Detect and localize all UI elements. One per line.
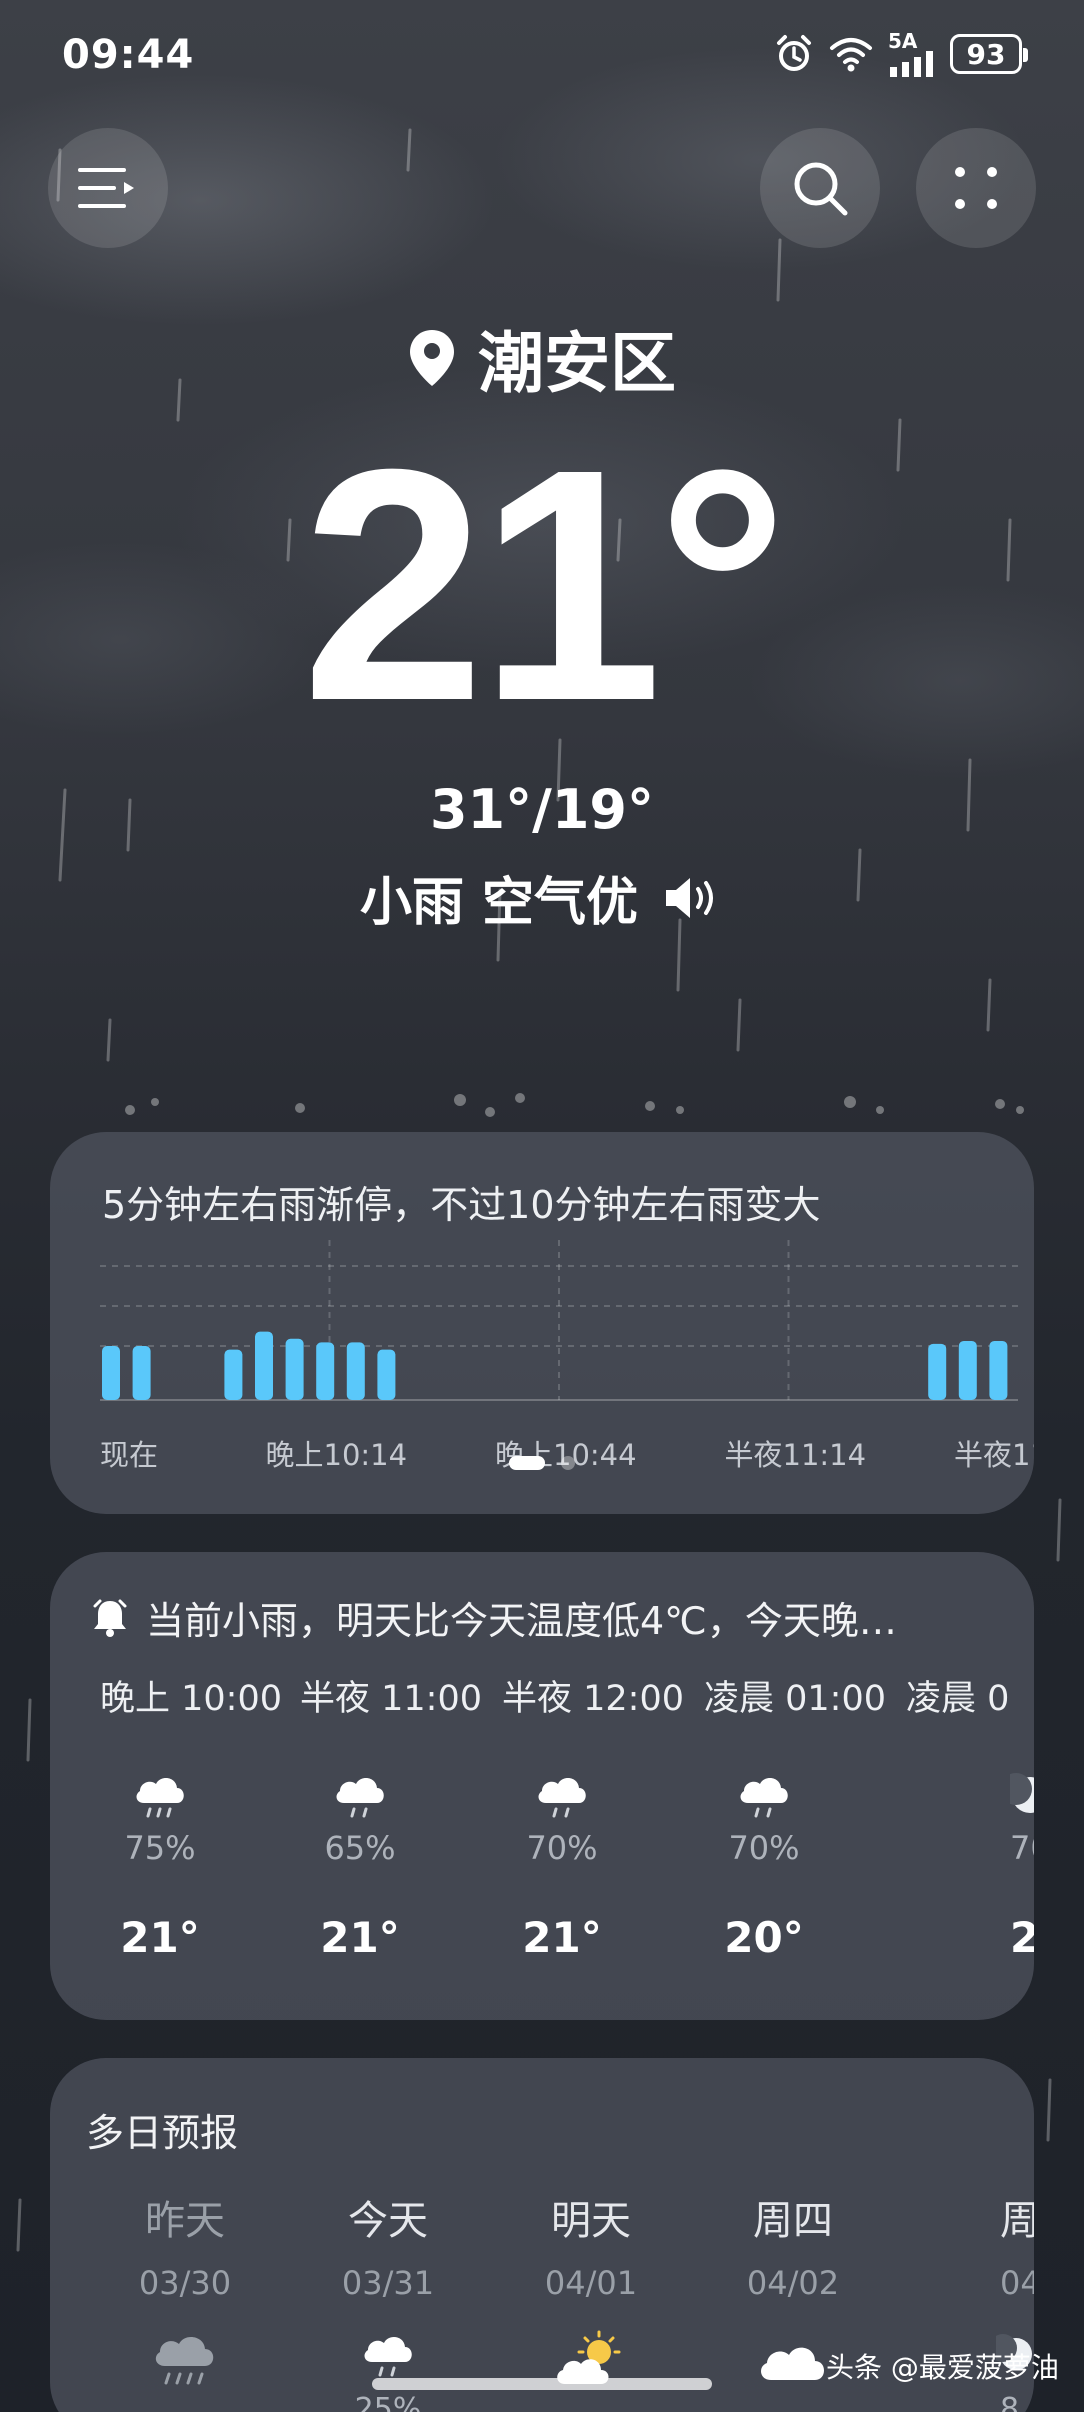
day-precip: 25% bbox=[354, 2392, 422, 2412]
menu-icon bbox=[78, 168, 134, 208]
day-date: 04/01 bbox=[544, 2264, 638, 2302]
hour-precip: 70% bbox=[728, 1829, 800, 1867]
more-button[interactable] bbox=[916, 128, 1036, 248]
heavy-rain-cloud-icon bbox=[155, 2336, 214, 2385]
status-time: 09:44 bbox=[62, 32, 195, 78]
alarm-icon bbox=[777, 35, 811, 71]
hour-time: 半夜 11:00 bbox=[300, 1679, 482, 1719]
rain-cloud-icon bbox=[364, 2337, 412, 2377]
hour-temp: 20° bbox=[724, 1913, 804, 1962]
rain-chart bbox=[100, 1240, 1018, 1401]
rain-bar bbox=[224, 1349, 243, 1400]
menu-button[interactable] bbox=[48, 128, 168, 248]
day-name: 周四 bbox=[753, 2198, 833, 2244]
cloud-icon bbox=[761, 2347, 824, 2380]
daily-title: 多日预报 bbox=[86, 2111, 239, 2155]
rain-bar bbox=[255, 1331, 273, 1400]
rain-cloud-icon bbox=[538, 1778, 586, 1818]
hour-time: 凌晨 0 bbox=[906, 1679, 1010, 1719]
rain-bar bbox=[989, 1340, 1008, 1400]
hour-time: 凌晨 01:00 bbox=[704, 1679, 886, 1719]
page-dot bbox=[561, 1456, 575, 1470]
minute-rain-card[interactable]: 5分钟左右雨渐停，不过10分钟左右雨变大 现在 晚上10:14 晚上10:44 半夜1… bbox=[50, 1132, 1034, 1514]
rain-forecast-message: 5分钟左右雨渐停，不过10分钟左右雨变大 bbox=[102, 1183, 821, 1227]
day-name: 昨天 bbox=[145, 2198, 225, 2244]
page-indicator bbox=[50, 1456, 1034, 1470]
signal-icon bbox=[890, 51, 933, 77]
location-header[interactable]: 潮安区 bbox=[0, 310, 1084, 406]
rain-bar bbox=[132, 1346, 151, 1400]
current-temperature: 21° bbox=[301, 400, 788, 769]
network-type: 5A bbox=[888, 29, 918, 53]
hourly-list[interactable]: 晚上 10:00 75% 21° 半夜 11:00 65% 21° 半夜 12:… bbox=[50, 1670, 1034, 2000]
rain-bar bbox=[928, 1343, 947, 1400]
search-button[interactable] bbox=[760, 128, 880, 248]
signal-group: 5A bbox=[888, 31, 936, 77]
moon-icon bbox=[1010, 1773, 1034, 1813]
hour-precip: 70 bbox=[1010, 1829, 1034, 1867]
high-low-temperature: 31°/19° bbox=[429, 778, 654, 841]
day-item[interactable]: 明天 04/01 bbox=[491, 2188, 691, 2392]
hour-temp: 20 bbox=[1010, 1913, 1034, 1962]
battery-level: 93 bbox=[966, 37, 1006, 71]
location-name: 潮安区 bbox=[478, 325, 676, 402]
wifi-icon bbox=[830, 38, 872, 72]
hour-time: 晚上 10:00 bbox=[100, 1679, 282, 1719]
alert-text: 当前小雨，明天比今天温度低4℃，今天晚… bbox=[146, 1599, 897, 1643]
day-date: 04/02 bbox=[746, 2264, 840, 2302]
speaker-icon[interactable] bbox=[664, 875, 724, 921]
home-indicator[interactable] bbox=[372, 2378, 712, 2390]
day-item[interactable]: 昨天 03/30 bbox=[85, 2188, 285, 2392]
day-date: 03/30 bbox=[138, 2264, 232, 2302]
rain-bar bbox=[285, 1338, 304, 1400]
day-date: 04 bbox=[1000, 2264, 1034, 2302]
status-icons: 5A 93 bbox=[774, 30, 1028, 78]
rain-bar bbox=[958, 1340, 977, 1400]
rain-bar bbox=[316, 1342, 335, 1400]
condition-row: 小雨 空气优 bbox=[0, 860, 1084, 935]
rain-bar bbox=[346, 1342, 365, 1400]
rain-cloud-icon bbox=[336, 1778, 384, 1818]
rain-bar bbox=[102, 1346, 120, 1400]
rain-cloud-icon bbox=[740, 1778, 788, 1818]
location-pin-icon bbox=[410, 330, 454, 386]
rain-cloud-icon bbox=[136, 1778, 184, 1818]
hourly-forecast-card[interactable]: 当前小雨，明天比今天温度低4℃，今天晚… 晚上 10:00 75% 21° 半夜… bbox=[50, 1552, 1034, 2020]
alert-row[interactable]: 当前小雨，明天比今天温度低4℃，今天晚… bbox=[92, 1590, 1012, 1645]
battery-icon: 93 bbox=[950, 34, 1028, 74]
hour-item[interactable]: 凌晨 01:00 70% 20° bbox=[704, 1670, 904, 1962]
watermark: 头条 @最爱菠萝油 bbox=[826, 2351, 1059, 2384]
day-name: 周 bbox=[1000, 2198, 1034, 2244]
hour-item[interactable]: 凌晨 0 70 20 bbox=[906, 1670, 1034, 1962]
grid-dots-icon bbox=[955, 167, 997, 209]
day-precip: 8 bbox=[1000, 2392, 1020, 2412]
search-icon bbox=[794, 162, 848, 216]
day-name: 明天 bbox=[551, 2198, 631, 2244]
hour-time: 半夜 12:00 bbox=[502, 1679, 684, 1719]
bell-icon bbox=[93, 1599, 127, 1637]
rain-bar bbox=[377, 1349, 396, 1400]
condition-text: 小雨 空气优 bbox=[359, 873, 639, 933]
day-date: 03/31 bbox=[341, 2264, 435, 2302]
page-dot-active bbox=[509, 1456, 545, 1470]
day-name: 今天 bbox=[348, 2198, 428, 2244]
